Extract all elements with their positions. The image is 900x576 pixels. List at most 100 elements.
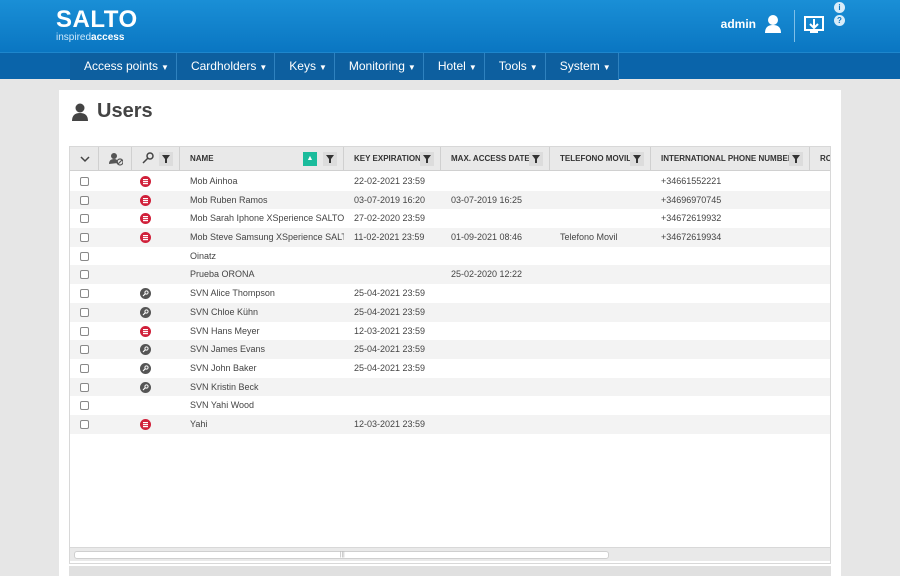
- chevron-down-icon[interactable]: [80, 147, 90, 171]
- table-row[interactable]: Mob Steve Samsung XSperience SALTO 11-02-…: [70, 228, 830, 247]
- table-row[interactable]: SVN Yahi Wood: [70, 396, 830, 415]
- filter-icon[interactable]: [323, 152, 337, 166]
- row-checkbox[interactable]: [80, 401, 89, 411]
- cell-select: [70, 265, 99, 284]
- row-checkbox[interactable]: [80, 345, 89, 355]
- cell-key-expiration: 22-02-2021 23:59: [354, 176, 426, 186]
- row-checkbox[interactable]: [80, 419, 89, 429]
- column-max-access-date[interactable]: MAX. ACCESS DATE: [441, 147, 550, 171]
- row-checkbox[interactable]: [80, 326, 89, 336]
- cell-international-phone: [651, 340, 810, 359]
- table-row[interactable]: SVN John Baker 25-04-2021 23:59: [70, 359, 830, 378]
- cell-telefono-movil: [550, 322, 651, 341]
- row-checkbox[interactable]: [80, 195, 89, 205]
- filter-icon[interactable]: [630, 152, 644, 166]
- row-checkbox[interactable]: [80, 289, 89, 299]
- cell-name: Prueba ORONA: [190, 269, 255, 280]
- row-checkbox[interactable]: [80, 214, 89, 224]
- table-row[interactable]: Prueba ORONA 25-02-2020 12:22: [70, 265, 830, 285]
- scrollbar-thumb[interactable]: |||: [74, 551, 609, 559]
- table-row[interactable]: Mob Ruben Ramos 03-07-2019 16:20 03-07-201…: [70, 190, 830, 210]
- table-footer: [69, 566, 831, 576]
- table-header: NAME ▲ KEY EXPIRATION MAX. ACCESS DATE T…: [70, 147, 830, 171]
- table-row[interactable]: Oinatz: [70, 247, 830, 266]
- table-row[interactable]: SVN Alice Thompson 25-04-2021 23:59: [70, 284, 830, 303]
- cell-key-type: [132, 284, 180, 303]
- cell-key-expiration: 25-04-2021 23:59: [354, 344, 426, 355]
- nav-item-cardholders[interactable]: Cardholders ▼: [177, 53, 276, 80]
- cell-name: SVN Alice Thompson: [190, 288, 275, 299]
- nav-menu: Access points ▼ Cardholders ▼ Keys ▼ Monitorin…: [70, 53, 619, 80]
- nav-item-keys[interactable]: Keys ▼: [275, 53, 335, 80]
- cell-key-expiration: 11-02-2021 23:59: [354, 232, 425, 243]
- cell-status: [99, 209, 132, 228]
- table-row[interactable]: SVN Chloe Kühn 25-04-2021 23:59: [70, 302, 830, 322]
- nav-item-access-points[interactable]: Access points ▼: [70, 53, 177, 80]
- cell-key-type: [132, 359, 180, 378]
- column-key-type[interactable]: [132, 147, 180, 171]
- cell-name: Mob Ruben Ramos: [190, 194, 268, 205]
- filter-icon[interactable]: [420, 152, 434, 166]
- cell-international-phone: [651, 303, 810, 322]
- users-table: NAME ▲ KEY EXPIRATION MAX. ACCESS DATE T…: [69, 146, 831, 564]
- nav-item-monitoring[interactable]: Monitoring ▼: [335, 53, 424, 80]
- filter-icon[interactable]: [159, 152, 173, 166]
- filter-icon[interactable]: [529, 152, 543, 166]
- column-key-expiration[interactable]: KEY EXPIRATION: [344, 147, 441, 171]
- nav-item-label: Keys: [289, 59, 316, 73]
- column-name[interactable]: NAME ▲: [180, 147, 344, 171]
- row-checkbox[interactable]: [80, 307, 89, 317]
- cell-key-expiration: 12-03-2021 23:59: [354, 325, 426, 336]
- column-telefono-movil[interactable]: TELEFONO MOVIL: [550, 147, 651, 171]
- user-name[interactable]: admin: [721, 17, 756, 31]
- cell-name: Mob Ainhoa: [190, 176, 238, 186]
- row-checkbox[interactable]: [80, 251, 89, 261]
- row-checkbox[interactable]: [80, 177, 89, 186]
- column-extra[interactable]: ROI: [810, 147, 830, 171]
- cell-name: SVN Kristin Beck: [190, 381, 259, 392]
- column-international-phone[interactable]: INTERNATIONAL PHONE NUMBER: [651, 147, 810, 171]
- cell-select: [70, 247, 99, 266]
- nav-item-system[interactable]: System ▼: [546, 53, 619, 80]
- table-row[interactable]: SVN Hans Meyer 12-03-2021 23:59: [70, 322, 830, 341]
- cell-select: [70, 322, 99, 341]
- row-checkbox[interactable]: [80, 363, 89, 373]
- cell-telefono-movil: [550, 284, 651, 303]
- cell-max-access-date: [441, 378, 550, 397]
- table-row[interactable]: Yahi 12-03-2021 23:59: [70, 414, 830, 434]
- select-all-toggle[interactable]: [70, 147, 99, 171]
- cell-international-phone: +34672619934: [661, 232, 722, 243]
- caret-down-icon: ▼: [407, 63, 416, 72]
- export-icon[interactable]: [804, 14, 824, 34]
- key-icon[interactable]: [142, 147, 154, 171]
- user-icon[interactable]: [764, 14, 782, 34]
- mobile-key-icon: [140, 418, 151, 430]
- table-row[interactable]: SVN James Evans 25-04-2021 23:59: [70, 340, 830, 359]
- cell-key-type: [132, 191, 180, 210]
- table-row[interactable]: Mob Sarah Iphone XSperience SALTO 27-02-2…: [70, 209, 830, 228]
- horizontal-scrollbar[interactable]: |||: [70, 547, 830, 561]
- cell-select: [70, 378, 99, 397]
- user-block-icon[interactable]: [109, 147, 124, 171]
- help-icon[interactable]: ?: [834, 15, 845, 26]
- column-user-status[interactable]: [99, 147, 132, 171]
- mobile-key-icon: [140, 213, 151, 225]
- cell-name: Yahi: [190, 418, 208, 429]
- cell-status: [99, 191, 132, 210]
- table-row[interactable]: Mob Ainhoa 22-02-2021 23:59 +34661552221: [70, 172, 830, 191]
- sort-ascending-button[interactable]: ▲: [303, 152, 317, 166]
- user-menu[interactable]: admin: [721, 14, 782, 34]
- table-row[interactable]: SVN Kristin Beck: [70, 377, 830, 397]
- cell-name: SVN Chloe Kühn: [190, 306, 259, 317]
- cell-max-access-date: [441, 396, 550, 415]
- nav-item-tools[interactable]: Tools ▼: [485, 53, 546, 80]
- nav-item-hotel[interactable]: Hotel ▼: [424, 53, 485, 80]
- cell-max-access-date: 25-02-2020 12:22: [451, 269, 523, 280]
- filter-icon[interactable]: [789, 152, 803, 166]
- row-checkbox[interactable]: [80, 270, 89, 280]
- cell-international-phone: +34696970745: [661, 194, 722, 205]
- info-icon[interactable]: i: [834, 2, 845, 13]
- row-checkbox[interactable]: [80, 382, 89, 392]
- cell-status: [99, 247, 132, 266]
- row-checkbox[interactable]: [80, 233, 89, 243]
